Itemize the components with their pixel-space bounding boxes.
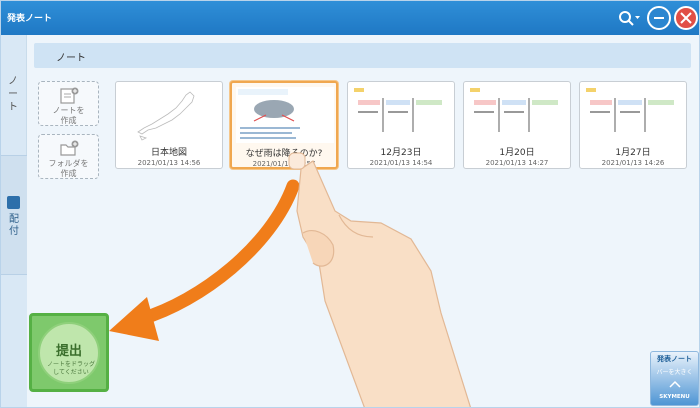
drag-arrow — [134, 179, 300, 326]
window-title: 発表ノート — [7, 14, 53, 24]
minimize-icon — [654, 17, 664, 19]
app-window: 発表ノート ノート 配付 ノート ノートを 作成 フォルダを 作成 日本地図 2… — [0, 0, 700, 408]
note-card[interactable]: 1月27日 2021/01/13 14:26 — [579, 81, 687, 169]
card-date: 2021/01/13 14:26 — [601, 159, 665, 167]
submit-drop-target[interactable]: 提出 ノートをドラッグ してください — [29, 313, 109, 392]
title-bar: 発表ノート — [1, 1, 699, 35]
create-folder-label: フォルダを 作成 — [48, 159, 89, 178]
skymenu-title: 発表ノート — [657, 355, 692, 363]
create-folder-button[interactable]: フォルダを 作成 — [38, 134, 99, 179]
rain-thumbnail — [236, 87, 334, 143]
note-card[interactable]: 日本地図 2021/01/13 14:56 — [115, 81, 223, 169]
close-icon — [680, 12, 692, 24]
tab-distribute-label: 配付 — [9, 214, 19, 237]
tab-distribute[interactable]: 配付 — [1, 155, 27, 275]
note-card[interactable]: 1月20日 2021/01/13 14:27 — [463, 81, 571, 169]
pointing-hand — [296, 160, 472, 407]
schedule-thumbnail — [584, 86, 682, 142]
card-date: 2021/01/13 14:27 — [485, 159, 549, 167]
chevron-up-icon — [669, 380, 681, 388]
search-icon — [619, 11, 640, 26]
submit-circle: 提出 ノートをドラッグ してください — [38, 322, 100, 384]
note-header: ノート — [34, 43, 691, 68]
new-note-icon — [60, 87, 79, 104]
skymenu-bar-toggle[interactable]: バーを大きく — [651, 367, 698, 376]
card-title: 1月27日 — [615, 148, 651, 158]
header-label: ノート — [56, 53, 86, 64]
schedule-thumbnail — [468, 86, 566, 142]
card-date: 2021/01/13 14:54 — [369, 159, 433, 167]
schedule-thumbnail — [352, 86, 450, 142]
note-card[interactable]: 12月23日 2021/01/13 14:54 — [347, 81, 455, 169]
japan-map-thumbnail — [120, 86, 218, 142]
card-title: 1月20日 — [499, 148, 535, 158]
create-note-label: ノートを 作成 — [52, 106, 85, 125]
submit-hint: ノートをドラッグ してください — [46, 361, 95, 376]
card-title: 日本地図 — [150, 148, 187, 158]
close-button[interactable] — [674, 6, 698, 30]
submit-label: 提出 — [55, 344, 82, 359]
left-rail-lower — [1, 275, 27, 407]
card-date: 2021/01/13 14:56 — [137, 159, 201, 167]
drag-arrowhead — [109, 297, 159, 341]
create-note-button[interactable]: ノートを 作成 — [38, 81, 99, 126]
new-folder-icon — [60, 140, 79, 156]
minimize-button[interactable] — [647, 6, 671, 30]
card-date: 2021/01/13 14:57 — [252, 160, 316, 168]
search-button[interactable] — [613, 6, 643, 30]
card-title: なぜ雨は降るのか? — [245, 149, 323, 159]
card-title: 12月23日 — [380, 148, 422, 158]
distribute-icon — [7, 196, 20, 209]
skymenu-widget[interactable]: 発表ノート バーを大きく SKYMENU — [650, 351, 699, 406]
tab-note[interactable]: ノート — [8, 75, 18, 114]
note-card-selected[interactable]: なぜ雨は降るのか? 2021/01/13 14:57 — [230, 81, 338, 169]
skymenu-brand: SKYMENU — [659, 394, 690, 400]
